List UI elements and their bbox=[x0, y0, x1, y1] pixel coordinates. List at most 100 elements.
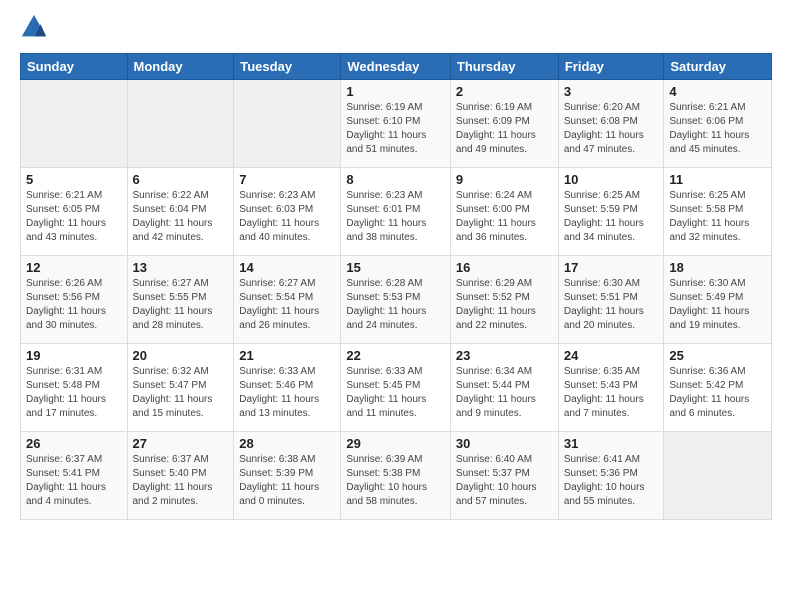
day-info: Sunrise: 6:25 AM Sunset: 5:58 PM Dayligh… bbox=[669, 189, 766, 245]
calendar-week-row: 12 Sunrise: 6:26 AM Sunset: 5:56 PM Dayli… bbox=[21, 256, 772, 344]
day-number: 20 bbox=[133, 348, 229, 363]
weekday-header: Tuesday bbox=[234, 54, 341, 80]
day-number: 1 bbox=[346, 84, 445, 99]
calendar-week-row: 1 Sunrise: 6:19 AM Sunset: 6:10 PM Daylig… bbox=[21, 80, 772, 168]
day-info: Sunrise: 6:40 AM Sunset: 5:37 PM Dayligh… bbox=[456, 453, 553, 509]
calendar-cell bbox=[127, 80, 234, 168]
day-number: 4 bbox=[669, 84, 766, 99]
day-number: 14 bbox=[239, 260, 335, 275]
day-info: Sunrise: 6:30 AM Sunset: 5:51 PM Dayligh… bbox=[564, 277, 659, 333]
day-number: 7 bbox=[239, 172, 335, 187]
calendar-header-row: SundayMondayTuesdayWednesdayThursdayFrid… bbox=[21, 54, 772, 80]
calendar-cell: 17 Sunrise: 6:30 AM Sunset: 5:51 PM Dayli… bbox=[558, 256, 664, 344]
calendar-cell: 2 Sunrise: 6:19 AM Sunset: 6:09 PM Daylig… bbox=[450, 80, 558, 168]
day-info: Sunrise: 6:34 AM Sunset: 5:44 PM Dayligh… bbox=[456, 365, 553, 421]
calendar-cell: 1 Sunrise: 6:19 AM Sunset: 6:10 PM Daylig… bbox=[341, 80, 451, 168]
day-number: 9 bbox=[456, 172, 553, 187]
weekday-header: Thursday bbox=[450, 54, 558, 80]
day-info: Sunrise: 6:22 AM Sunset: 6:04 PM Dayligh… bbox=[133, 189, 229, 245]
day-info: Sunrise: 6:21 AM Sunset: 6:06 PM Dayligh… bbox=[669, 101, 766, 157]
day-number: 3 bbox=[564, 84, 659, 99]
day-number: 29 bbox=[346, 436, 445, 451]
day-number: 25 bbox=[669, 348, 766, 363]
day-number: 2 bbox=[456, 84, 553, 99]
calendar-cell bbox=[664, 432, 772, 520]
calendar-cell: 14 Sunrise: 6:27 AM Sunset: 5:54 PM Dayli… bbox=[234, 256, 341, 344]
calendar-week-row: 5 Sunrise: 6:21 AM Sunset: 6:05 PM Daylig… bbox=[21, 168, 772, 256]
day-info: Sunrise: 6:19 AM Sunset: 6:09 PM Dayligh… bbox=[456, 101, 553, 157]
day-info: Sunrise: 6:33 AM Sunset: 5:46 PM Dayligh… bbox=[239, 365, 335, 421]
day-info: Sunrise: 6:24 AM Sunset: 6:00 PM Dayligh… bbox=[456, 189, 553, 245]
calendar-cell: 16Sunrise: 6:29 AM Sunset: 5:52 PM Dayli… bbox=[450, 256, 558, 344]
calendar-cell: 21 Sunrise: 6:33 AM Sunset: 5:46 PM Dayli… bbox=[234, 344, 341, 432]
calendar-cell: 24Sunrise: 6:35 AM Sunset: 5:43 PM Dayli… bbox=[558, 344, 664, 432]
calendar-cell: 22 Sunrise: 6:33 AM Sunset: 5:45 PM Dayli… bbox=[341, 344, 451, 432]
day-info: Sunrise: 6:23 AM Sunset: 6:03 PM Dayligh… bbox=[239, 189, 335, 245]
calendar-cell: 9 Sunrise: 6:24 AM Sunset: 6:00 PM Daylig… bbox=[450, 168, 558, 256]
day-number: 21 bbox=[239, 348, 335, 363]
calendar-cell: 27Sunrise: 6:37 AM Sunset: 5:40 PM Dayli… bbox=[127, 432, 234, 520]
day-info: Sunrise: 6:39 AM Sunset: 5:38 PM Dayligh… bbox=[346, 453, 445, 509]
day-info: Sunrise: 6:19 AM Sunset: 6:10 PM Dayligh… bbox=[346, 101, 445, 157]
day-info: Sunrise: 6:36 AM Sunset: 5:42 PM Dayligh… bbox=[669, 365, 766, 421]
calendar-week-row: 26 Sunrise: 6:37 AM Sunset: 5:41 PM Dayli… bbox=[21, 432, 772, 520]
calendar-cell: 3 Sunrise: 6:20 AM Sunset: 6:08 PM Daylig… bbox=[558, 80, 664, 168]
calendar-cell: 5 Sunrise: 6:21 AM Sunset: 6:05 PM Daylig… bbox=[21, 168, 128, 256]
calendar-week-row: 19 Sunrise: 6:31 AM Sunset: 5:48 PM Dayli… bbox=[21, 344, 772, 432]
day-info: Sunrise: 6:38 AM Sunset: 5:39 PM Dayligh… bbox=[239, 453, 335, 509]
logo-icon bbox=[20, 13, 48, 41]
day-info: Sunrise: 6:30 AM Sunset: 5:49 PM Dayligh… bbox=[669, 277, 766, 333]
day-info: Sunrise: 6:27 AM Sunset: 5:55 PM Dayligh… bbox=[133, 277, 229, 333]
day-number: 28 bbox=[239, 436, 335, 451]
calendar-cell: 10Sunrise: 6:25 AM Sunset: 5:59 PM Dayli… bbox=[558, 168, 664, 256]
calendar-cell bbox=[234, 80, 341, 168]
calendar-table: SundayMondayTuesdayWednesdayThursdayFrid… bbox=[20, 53, 772, 520]
weekday-header: Friday bbox=[558, 54, 664, 80]
day-info: Sunrise: 6:26 AM Sunset: 5:56 PM Dayligh… bbox=[26, 277, 122, 333]
day-info: Sunrise: 6:41 AM Sunset: 5:36 PM Dayligh… bbox=[564, 453, 659, 509]
weekday-header: Sunday bbox=[21, 54, 128, 80]
day-info: Sunrise: 6:33 AM Sunset: 5:45 PM Dayligh… bbox=[346, 365, 445, 421]
day-number: 15 bbox=[346, 260, 445, 275]
header bbox=[20, 15, 772, 43]
weekday-header: Wednesday bbox=[341, 54, 451, 80]
logo bbox=[20, 15, 50, 43]
day-number: 11 bbox=[669, 172, 766, 187]
calendar-cell: 18Sunrise: 6:30 AM Sunset: 5:49 PM Dayli… bbox=[664, 256, 772, 344]
day-number: 19 bbox=[26, 348, 122, 363]
day-number: 26 bbox=[26, 436, 122, 451]
day-info: Sunrise: 6:21 AM Sunset: 6:05 PM Dayligh… bbox=[26, 189, 122, 245]
calendar-cell: 12 Sunrise: 6:26 AM Sunset: 5:56 PM Dayli… bbox=[21, 256, 128, 344]
page-container: SundayMondayTuesdayWednesdayThursdayFrid… bbox=[0, 0, 792, 530]
day-number: 12 bbox=[26, 260, 122, 275]
calendar-cell: 25 Sunrise: 6:36 AM Sunset: 5:42 PM Dayli… bbox=[664, 344, 772, 432]
day-info: Sunrise: 6:25 AM Sunset: 5:59 PM Dayligh… bbox=[564, 189, 659, 245]
calendar-cell: 6Sunrise: 6:22 AM Sunset: 6:04 PM Daylig… bbox=[127, 168, 234, 256]
calendar-cell: 29 Sunrise: 6:39 AM Sunset: 5:38 PM Dayli… bbox=[341, 432, 451, 520]
day-number: 17 bbox=[564, 260, 659, 275]
day-number: 23 bbox=[456, 348, 553, 363]
day-number: 5 bbox=[26, 172, 122, 187]
calendar-cell: 20 Sunrise: 6:32 AM Sunset: 5:47 PM Dayli… bbox=[127, 344, 234, 432]
calendar-cell: 28 Sunrise: 6:38 AM Sunset: 5:39 PM Dayli… bbox=[234, 432, 341, 520]
day-number: 30 bbox=[456, 436, 553, 451]
day-info: Sunrise: 6:31 AM Sunset: 5:48 PM Dayligh… bbox=[26, 365, 122, 421]
calendar-cell: 8Sunrise: 6:23 AM Sunset: 6:01 PM Daylig… bbox=[341, 168, 451, 256]
day-info: Sunrise: 6:37 AM Sunset: 5:41 PM Dayligh… bbox=[26, 453, 122, 509]
day-info: Sunrise: 6:32 AM Sunset: 5:47 PM Dayligh… bbox=[133, 365, 229, 421]
day-number: 22 bbox=[346, 348, 445, 363]
day-info: Sunrise: 6:35 AM Sunset: 5:43 PM Dayligh… bbox=[564, 365, 659, 421]
calendar-cell: 11 Sunrise: 6:25 AM Sunset: 5:58 PM Dayli… bbox=[664, 168, 772, 256]
day-number: 31 bbox=[564, 436, 659, 451]
weekday-header: Saturday bbox=[664, 54, 772, 80]
calendar-cell bbox=[21, 80, 128, 168]
calendar-cell: 4 Sunrise: 6:21 AM Sunset: 6:06 PM Daylig… bbox=[664, 80, 772, 168]
calendar-cell: 19 Sunrise: 6:31 AM Sunset: 5:48 PM Dayli… bbox=[21, 344, 128, 432]
calendar-cell: 31 Sunrise: 6:41 AM Sunset: 5:36 PM Dayli… bbox=[558, 432, 664, 520]
day-info: Sunrise: 6:27 AM Sunset: 5:54 PM Dayligh… bbox=[239, 277, 335, 333]
day-info: Sunrise: 6:28 AM Sunset: 5:53 PM Dayligh… bbox=[346, 277, 445, 333]
day-number: 13 bbox=[133, 260, 229, 275]
calendar-cell: 13 Sunrise: 6:27 AM Sunset: 5:55 PM Dayli… bbox=[127, 256, 234, 344]
day-info: Sunrise: 6:20 AM Sunset: 6:08 PM Dayligh… bbox=[564, 101, 659, 157]
calendar-cell: 26 Sunrise: 6:37 AM Sunset: 5:41 PM Dayli… bbox=[21, 432, 128, 520]
